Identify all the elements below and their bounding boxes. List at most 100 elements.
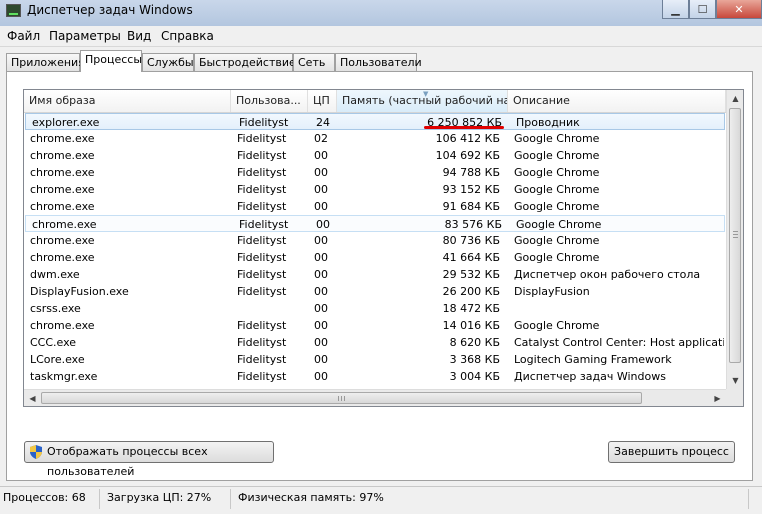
table-row[interactable]: DisplayFusion.exe Fidelityst 00 26 200 КБ Di… (24, 283, 724, 300)
scroll-right-icon[interactable]: ▶ (709, 390, 726, 406)
process-user: Fidelityst (237, 353, 287, 366)
process-description: Google Chrome (514, 132, 600, 145)
table-row[interactable]: chrome.exe Fidelityst 00 104 692 КБ Google C… (24, 147, 724, 164)
menu-options[interactable]: Параметры (49, 29, 121, 43)
process-cpu: 00 (314, 149, 328, 162)
process-memory: 3 004 КБ (449, 370, 500, 383)
close-button[interactable]: ✕ (716, 0, 762, 19)
table-row[interactable]: chrome.exe Fidelityst 00 83 576 КБ Google Ch… (25, 215, 725, 232)
end-process-button[interactable]: Завершить процесс (608, 441, 735, 463)
menu-view[interactable]: Вид (127, 29, 151, 43)
status-processes: Процессов: 68 (3, 491, 86, 504)
scroll-left-icon[interactable]: ◀ (24, 390, 41, 406)
column-user[interactable]: Пользова... (231, 90, 308, 112)
table-row[interactable]: explorer.exe Fidelityst 24 6 250 852 КБ Пров… (25, 113, 725, 130)
vertical-scroll-thumb[interactable] (729, 108, 741, 363)
process-cpu: 00 (314, 302, 328, 315)
table-row[interactable]: chrome.exe Fidelityst 00 80 736 КБ Google Ch… (24, 232, 724, 249)
process-cpu: 00 (314, 370, 328, 383)
horizontal-scroll-thumb[interactable] (41, 392, 642, 404)
table-row[interactable]: LCore.exe Fidelityst 00 3 368 КБ Logitech Ga… (24, 351, 724, 368)
show-all-users-button[interactable]: Отображать процессы всех пользователей (24, 441, 274, 478)
minimize-button[interactable]: ▁ (662, 0, 689, 19)
process-description: Проводник (516, 116, 580, 129)
table-row[interactable]: csrss.exe 00 18 472 КБ (24, 300, 724, 317)
process-name: chrome.exe (30, 166, 95, 179)
table-row[interactable]: chrome.exe Fidelityst 02 106 412 КБ Google C… (24, 130, 724, 147)
process-memory: 29 532 КБ (442, 268, 500, 281)
menu-help[interactable]: Справка (161, 29, 214, 43)
menu-file[interactable]: Файл (7, 29, 40, 43)
process-user (237, 300, 307, 317)
process-name: CCC.exe (30, 336, 77, 349)
process-name: LCore.exe (30, 353, 85, 366)
table-row[interactable]: CCC.exe Fidelityst 00 8 620 КБ Catalyst Cont… (24, 334, 724, 351)
tab-users[interactable]: Пользователи (335, 53, 422, 71)
table-row[interactable]: chrome.exe Fidelityst 00 41 664 КБ Google Ch… (24, 249, 724, 266)
process-user: Fidelityst (237, 370, 287, 383)
process-description: Диспетчер задач Windows (514, 370, 666, 383)
process-name: dwm.exe (30, 268, 80, 281)
process-name: chrome.exe (32, 218, 97, 231)
process-description: Google Chrome (514, 183, 600, 196)
table-row[interactable]: chrome.exe Fidelityst 00 14 016 КБ Google Ch… (24, 317, 724, 334)
process-memory: 94 788 КБ (442, 166, 500, 179)
process-name: chrome.exe (30, 149, 95, 162)
process-user: Fidelityst (237, 319, 287, 332)
process-user: Fidelityst (237, 149, 287, 162)
column-description[interactable]: Описание (508, 90, 726, 112)
vertical-scrollbar[interactable]: ▲ ▼ (726, 90, 743, 389)
title-bar: Диспетчер задач Windows ▁ ☐ ✕ (0, 0, 762, 26)
status-memory: Физическая память: 97% (238, 491, 384, 504)
scroll-up-icon[interactable]: ▲ (727, 90, 743, 107)
scroll-corner (726, 389, 743, 406)
process-memory: 14 016 КБ (442, 319, 500, 332)
red-highlight-underline (424, 126, 504, 129)
table-row[interactable]: chrome.exe Fidelityst 00 94 788 КБ Google Ch… (24, 164, 724, 181)
tab-network[interactable]: Сеть (293, 53, 335, 71)
table-row[interactable]: taskmgr.exe Fidelityst 00 3 004 КБ Диспетчер… (24, 368, 724, 385)
table-row[interactable]: chrome.exe Fidelityst 00 93 152 КБ Google Ch… (24, 181, 724, 198)
process-cpu: 00 (314, 183, 328, 196)
process-memory: 3 368 КБ (449, 353, 500, 366)
process-cpu: 02 (314, 132, 328, 145)
process-description: Google Chrome (514, 319, 600, 332)
table-row[interactable]: chrome.exe Fidelityst 00 91 684 КБ Google Ch… (24, 198, 724, 215)
show-all-users-label: Отображать процессы всех пользователей (47, 445, 208, 478)
process-user: Fidelityst (237, 132, 287, 145)
tab-processes[interactable]: Процессы (80, 50, 142, 72)
process-list[interactable]: Имя образа Пользова... ЦП Память (частны… (23, 89, 744, 407)
tab-performance[interactable]: Быстродействие (194, 53, 296, 71)
process-description: Google Chrome (516, 218, 602, 231)
process-memory: 106 412 КБ (435, 132, 500, 145)
table-row[interactable]: dwm.exe Fidelityst 00 29 532 КБ Диспетчер ок… (24, 266, 724, 283)
process-name: chrome.exe (30, 200, 95, 213)
process-user: Fidelityst (237, 166, 287, 179)
process-description: Диспетчер окон рабочего стола (514, 268, 701, 281)
horizontal-scrollbar[interactable]: ◀ ▶ (24, 389, 726, 406)
process-description: Google Chrome (514, 251, 600, 264)
process-cpu: 00 (314, 251, 328, 264)
process-name: chrome.exe (30, 234, 95, 247)
process-name: DisplayFusion.exe (30, 285, 129, 298)
process-memory: 80 736 КБ (442, 234, 500, 247)
column-cpu[interactable]: ЦП (308, 90, 337, 112)
process-user: Fidelityst (237, 268, 287, 281)
process-cpu: 00 (314, 200, 328, 213)
end-process-label: Завершить процесс (614, 445, 729, 458)
process-user: Fidelityst (237, 234, 287, 247)
column-image-name[interactable]: Имя образа (24, 90, 231, 112)
tab-services[interactable]: Службы (142, 53, 194, 71)
process-cpu: 00 (314, 353, 328, 366)
process-user: Fidelityst (237, 336, 287, 349)
task-manager-icon (6, 4, 21, 17)
scroll-down-icon[interactable]: ▼ (727, 372, 743, 389)
window-controls: ▁ ☐ ✕ (662, 0, 762, 20)
tab-applications[interactable]: Приложения (6, 53, 85, 71)
maximize-button[interactable]: ☐ (689, 0, 716, 19)
process-user: Fidelityst (237, 285, 287, 298)
process-user: Fidelityst (237, 200, 287, 213)
process-cpu: 00 (314, 166, 328, 179)
uac-shield-icon (30, 445, 42, 459)
process-memory: 91 684 КБ (442, 200, 500, 213)
